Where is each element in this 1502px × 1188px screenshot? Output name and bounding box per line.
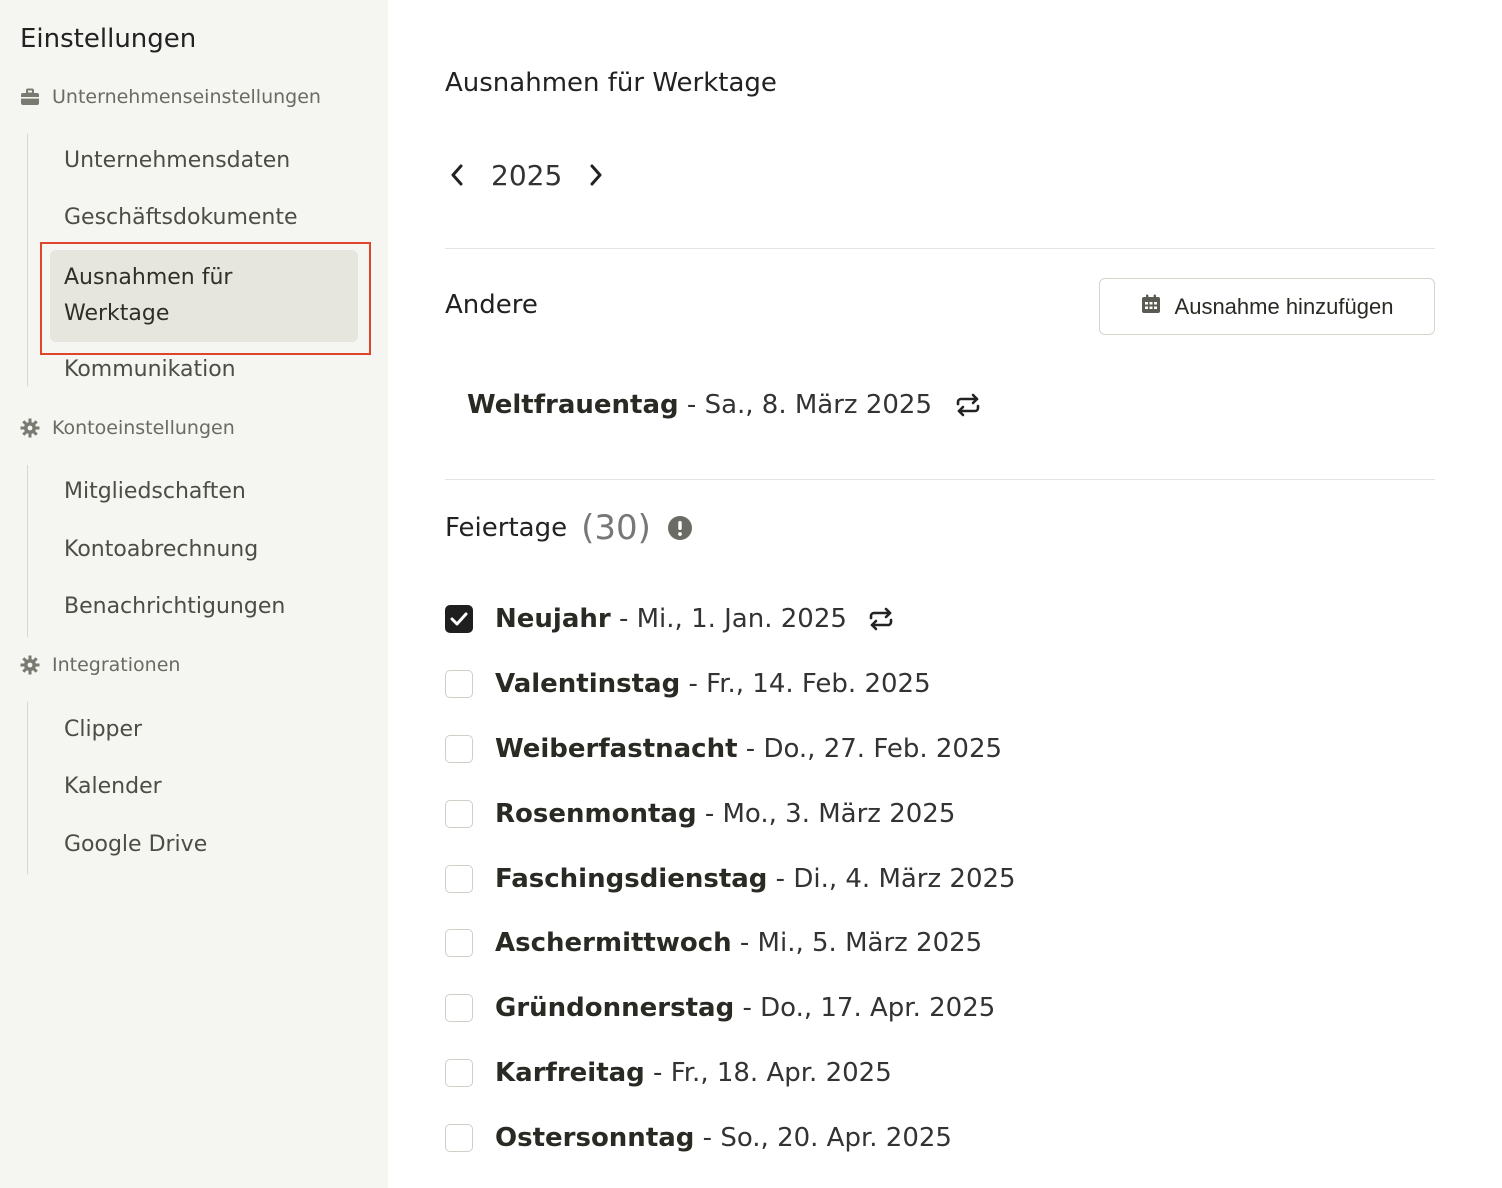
holiday-row[interactable]: Karfreitag - Fr., 18. Apr. 2025 <box>445 1058 892 1088</box>
repeat-icon <box>954 393 982 417</box>
holiday-row[interactable]: Aschermittwoch - Mi., 5. März 2025 <box>445 928 982 958</box>
holiday-date: - Do., 27. Feb. 2025 <box>737 734 1003 764</box>
section-divider-line <box>27 702 28 874</box>
holiday-row[interactable]: Rosenmontag - Mo., 3. März 2025 <box>445 799 955 829</box>
section-divider-line <box>27 465 28 637</box>
holiday-date: - Mi., 1. Jan. 2025 <box>610 604 847 634</box>
holiday-date: - So., 20. Apr. 2025 <box>694 1123 952 1153</box>
page-title: Ausnahmen für Werktage <box>445 68 777 98</box>
sidebar-item-notifications[interactable]: Benachrichtigungen <box>64 594 285 619</box>
section-account-settings[interactable]: Kontoeinstellungen <box>20 417 235 439</box>
gear-icon <box>20 418 40 438</box>
sidebar-item-google-drive[interactable]: Google Drive <box>64 832 207 857</box>
chevron-right-icon[interactable] <box>584 163 608 187</box>
sidebar-item-company-data[interactable]: Unternehmensdaten <box>64 148 290 173</box>
holiday-name: Gründonnerstag <box>495 993 735 1023</box>
divider <box>445 248 1435 249</box>
calendar-icon <box>1141 294 1161 320</box>
add-exception-button[interactable]: Ausnahme hinzufügen <box>1099 278 1435 335</box>
section-integrations[interactable]: Integrationen <box>20 654 180 676</box>
holiday-row[interactable]: Faschingsdienstag - Di., 4. März 2025 <box>445 864 1016 894</box>
sidebar-item-communication[interactable]: Kommunikation <box>64 357 236 382</box>
holiday-date: - Do., 17. Apr. 2025 <box>734 993 996 1023</box>
section-label: Integrationen <box>52 654 181 676</box>
section-divider-line <box>27 134 28 386</box>
holiday-date: - Di., 4. März 2025 <box>767 864 1016 894</box>
other-section-title: Andere <box>445 290 538 320</box>
section-label: Unternehmenseinstellungen <box>52 86 321 108</box>
holiday-name: Weiberfastnacht <box>495 734 738 764</box>
info-alert-icon[interactable] <box>667 515 693 541</box>
repeat-icon <box>867 607 895 631</box>
holiday-checkbox[interactable] <box>445 800 473 828</box>
section-label: Kontoeinstellungen <box>52 417 235 439</box>
exception-name: Weltfrauentag <box>467 390 679 420</box>
holiday-date: - Fr., 14. Feb. 2025 <box>680 669 931 699</box>
holiday-checkbox[interactable] <box>445 735 473 763</box>
year-navigator: 2025 <box>445 155 608 195</box>
divider <box>445 479 1435 480</box>
exception-date: - Sa., 8. März 2025 <box>678 390 933 420</box>
briefcase-icon <box>20 87 40 107</box>
sidebar-item-account-billing[interactable]: Kontoabrechnung <box>64 537 258 562</box>
holiday-row[interactable]: Ostersonntag - So., 20. Apr. 2025 <box>445 1123 952 1153</box>
holiday-name: Neujahr <box>495 604 611 634</box>
chevron-left-icon[interactable] <box>445 163 469 187</box>
holiday-checkbox[interactable] <box>445 670 473 698</box>
sidebar-item-business-documents[interactable]: Geschäftsdokumente <box>64 205 298 230</box>
holiday-name: Valentinstag <box>495 669 681 699</box>
holiday-date: - Fr., 18. Apr. 2025 <box>644 1058 892 1088</box>
holiday-checkbox[interactable] <box>445 994 473 1022</box>
holiday-name: Rosenmontag <box>495 799 697 829</box>
holiday-row[interactable]: Neujahr - Mi., 1. Jan. 2025 <box>445 604 895 634</box>
sidebar-item-memberships[interactable]: Mitgliedschaften <box>64 479 246 504</box>
holiday-date: - Mi., 5. März 2025 <box>731 928 983 958</box>
sidebar-item-calendar[interactable]: Kalender <box>64 774 162 799</box>
holidays-header: Feiertage (30) <box>445 508 693 548</box>
highlight-box <box>40 242 371 355</box>
holiday-checkbox[interactable] <box>445 865 473 893</box>
holiday-date: - Mo., 3. März 2025 <box>696 799 956 829</box>
holiday-name: Aschermittwoch <box>495 928 732 958</box>
holiday-row[interactable]: Gründonnerstag - Do., 17. Apr. 2025 <box>445 993 995 1023</box>
holiday-name: Ostersonntag <box>495 1123 695 1153</box>
holiday-row[interactable]: Valentinstag - Fr., 14. Feb. 2025 <box>445 669 931 699</box>
holiday-row[interactable]: Weiberfastnacht - Do., 27. Feb. 2025 <box>445 734 1002 764</box>
holiday-name: Karfreitag <box>495 1058 645 1088</box>
holiday-checkbox[interactable] <box>445 605 473 633</box>
holiday-checkbox[interactable] <box>445 1124 473 1152</box>
exception-item[interactable]: Weltfrauentag - Sa., 8. März 2025 <box>467 390 982 420</box>
holiday-name: Faschingsdienstag <box>495 864 768 894</box>
year-label: 2025 <box>491 158 563 192</box>
holidays-title: Feiertage <box>445 513 568 543</box>
gear-icon <box>20 655 40 675</box>
sidebar-item-clipper[interactable]: Clipper <box>64 717 142 742</box>
section-company-settings[interactable]: Unternehmenseinstellungen <box>20 86 321 108</box>
settings-sidebar: Einstellungen Unternehmenseinstellungen … <box>0 0 388 1188</box>
holiday-checkbox[interactable] <box>445 929 473 957</box>
add-exception-label: Ausnahme hinzufügen <box>1174 293 1394 319</box>
holidays-count: (30) <box>581 508 651 548</box>
holiday-checkbox[interactable] <box>445 1059 473 1087</box>
sidebar-title: Einstellungen <box>20 24 197 54</box>
